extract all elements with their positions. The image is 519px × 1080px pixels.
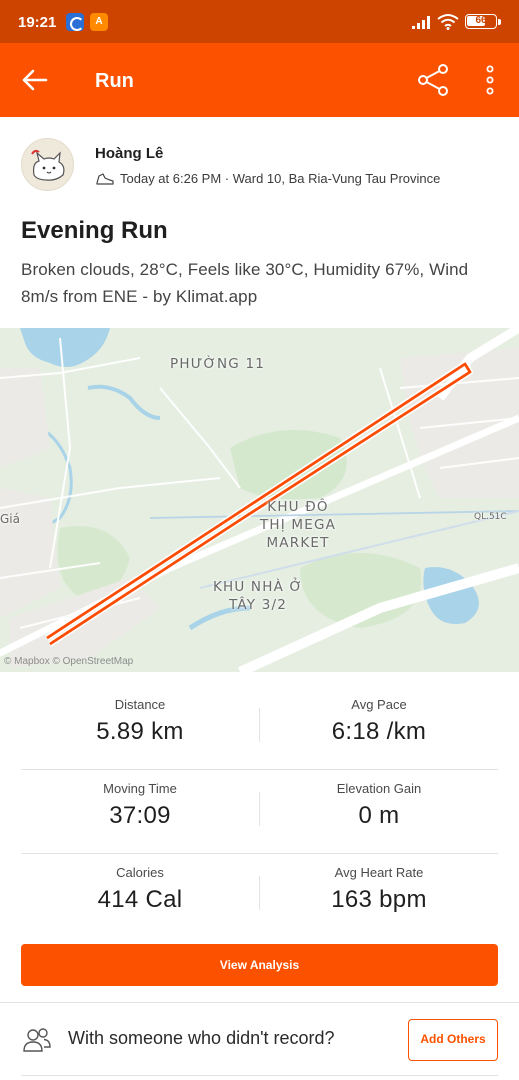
app-bar: Run [0,43,519,117]
back-arrow-icon[interactable] [20,65,52,95]
shoe-icon [96,172,114,185]
cat-avatar-icon [31,149,65,181]
app-sync-icon [66,13,84,31]
divider [21,1075,498,1076]
stat-calories: Calories 414 Cal [97,865,183,913]
others-prompt: With someone who didn't record? [68,1028,335,1048]
app-notification-icon: A [90,13,108,31]
people-icon [23,1028,51,1052]
activity-description: Broken clouds, 28°C, Feels like 30°C, Hu… [21,260,469,306]
view-analysis-button[interactable]: View Analysis [21,944,498,986]
stat-elevation-gain: Elevation Gain 0 m [336,781,422,829]
add-others-button[interactable]: Add Others [408,1019,498,1061]
stat-avg-heart-rate: Avg Heart Rate 163 bpm [331,865,427,913]
athlete-header: Hoàng Lê Today at 6:26 PM · Ward 10, Ba … [21,138,501,193]
stats-grid: Distance 5.89 km Avg Pace 6:18 /km Movin… [21,686,498,938]
map-label-area: KHU NHÀ Ở TÂY 3/2 [212,579,304,613]
stat-distance: Distance 5.89 km [96,697,184,745]
route-map[interactable]: PHƯỜNG 11 KHU ĐÔ THỊ MEGA MARKET KHU NHÀ… [0,328,519,672]
activity-meta-text: Today at 6:26 PM · Ward 10, Ba Ria-Vung … [120,171,441,186]
activity-title: Evening Run [21,217,168,244]
battery-icon: 66 [465,14,497,29]
signal-icon [412,16,430,29]
stat-row-3: Calories 414 Cal Avg Heart Rate 163 bpm [21,854,498,938]
status-time: 19:21 [18,14,57,31]
map-label-district: KHU ĐÔ THỊ MEGA MARKET [259,499,337,551]
wifi-icon [437,14,459,30]
more-vertical-icon[interactable] [478,63,502,97]
stat-row-1: Distance 5.89 km Avg Pace 6:18 /km [21,686,498,770]
battery-cap [498,19,501,25]
athlete-name[interactable]: Hoàng Lê [95,145,163,162]
battery-percent: 66 [475,15,487,26]
map-label-road: QL.51C [474,512,507,522]
stat-row-2: Moving Time 37:09 Elevation Gain 0 m [21,770,498,854]
map-label-edge: Giá [0,512,20,526]
stat-moving-time: Moving Time 37:09 [103,781,177,829]
page-title: Run [95,70,134,92]
share-icon[interactable] [415,63,451,97]
stat-avg-pace: Avg Pace 6:18 /km [331,697,427,745]
avatar[interactable] [21,138,74,191]
map-label-ward: PHƯỜNG 11 [170,356,266,372]
status-bar: 19:21 A 66 [0,0,519,43]
activity-meta: Today at 6:26 PM · Ward 10, Ba Ria-Vung … [95,171,440,186]
map-attribution[interactable]: © Mapbox © OpenStreetMap [4,656,133,667]
divider [0,1002,519,1003]
